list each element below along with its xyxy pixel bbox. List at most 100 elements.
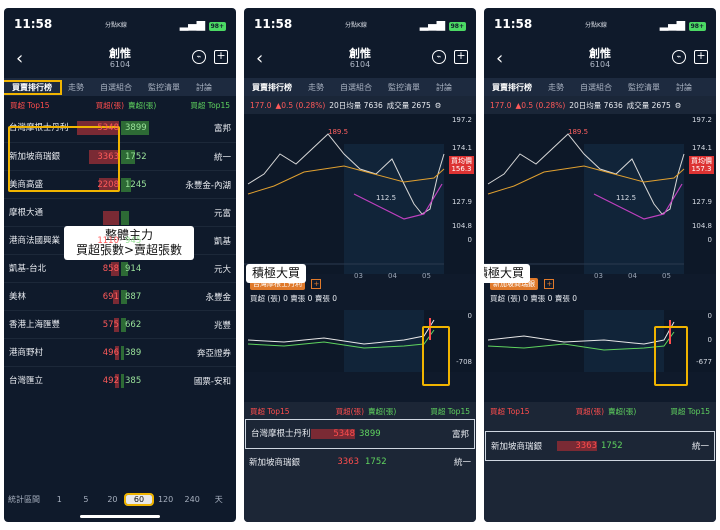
trend-icon[interactable]: ⌁ bbox=[192, 50, 206, 64]
highlight-box-indicator bbox=[422, 326, 450, 386]
ranking-list-preview: 買超 Top15 買超(張) 賣超(張) 買超 Top15 台灣摩根士丹利 53… bbox=[244, 402, 476, 522]
tab-ranking[interactable]: 買賣排行榜 bbox=[4, 79, 62, 95]
status-carrier: 分點K線 bbox=[344, 21, 367, 29]
status-bar: 11:58 分點K線 ▂▄▆ 98+ bbox=[484, 8, 716, 40]
buy-top-label: 買超 Top15 bbox=[10, 100, 50, 110]
buyer-broker-name: 台灣匯立 bbox=[9, 375, 44, 386]
tab-discuss[interactable]: 討論 bbox=[668, 82, 700, 93]
seller-broker-name: 統一 bbox=[213, 152, 231, 163]
list-item[interactable]: 摩根大通 元富 bbox=[4, 198, 236, 226]
peak-label: 189.5 bbox=[328, 128, 349, 136]
tab-trend[interactable]: 走勢 bbox=[60, 82, 92, 93]
tab-discuss[interactable]: 討論 bbox=[188, 82, 220, 93]
tab-discuss[interactable]: 討論 bbox=[428, 82, 460, 93]
month-04: 04 bbox=[388, 272, 397, 280]
status-icons: ▂▄▆ 98+ bbox=[420, 18, 466, 31]
avg-volume: 20日均量 7636 bbox=[569, 100, 623, 110]
list-item[interactable]: 台灣匯立 492 385 國票-安和 bbox=[4, 366, 236, 394]
buy-volume: 492 bbox=[102, 373, 119, 388]
list-header: 買超 Top15 買超(張) 賣超(張) 買超 Top15 bbox=[490, 406, 710, 416]
indi-mid: 0 bbox=[707, 336, 712, 344]
list-item[interactable]: 香港上海匯豐 575 662 兆豐 bbox=[4, 310, 236, 338]
month-05: 05 bbox=[422, 272, 431, 280]
buyer-broker-name: 凱基-台北 bbox=[9, 263, 47, 274]
y-tick-1: 197.2 bbox=[691, 116, 712, 124]
highlight-box-indicator bbox=[654, 326, 688, 386]
low-label: 112.5 bbox=[376, 194, 397, 202]
sell-volume: 1245 bbox=[119, 177, 159, 192]
tab-monitor[interactable]: 監控清單 bbox=[380, 82, 428, 93]
tab-bar: 買賣排行榜 走勢 自選組合 監控清單 討論 bbox=[484, 78, 716, 96]
broker-stats: 買超 (張) 0 賣張 0 賣張 0 bbox=[490, 294, 577, 303]
phone-screen-chart-ubs: 11:58 分點K線 ▂▄▆ 98+ ‹ 創惟 6104 ⌁ + 買賣排行榜 走… bbox=[484, 8, 716, 522]
add-square-icon[interactable]: + bbox=[454, 50, 468, 64]
sell-volume: 662 bbox=[119, 317, 159, 332]
comparison-stage: 11:58 分點K線 ▂▄▆ 98+ ‹ 創惟 6104 ⌁ + 買賣排行榜 走… bbox=[0, 0, 720, 530]
add-broker-icon[interactable]: + bbox=[311, 279, 322, 289]
trend-icon[interactable]: ⌁ bbox=[432, 50, 446, 64]
list-item[interactable]: 新加坡商瑞銀 3363 1752 統一 bbox=[244, 448, 476, 476]
period-day[interactable]: 天 bbox=[205, 494, 232, 505]
add-broker-icon[interactable]: + bbox=[544, 279, 555, 289]
buy-volume-bar bbox=[103, 210, 119, 225]
period-label: 統計區間 bbox=[8, 494, 40, 504]
status-carrier: 分點K線 bbox=[104, 21, 127, 29]
status-bar: 11:58 分點K線 ▂▄▆ 98+ bbox=[4, 8, 236, 40]
list-item[interactable]: 美林 691 887 永豐金 bbox=[4, 282, 236, 310]
list-item-selected[interactable]: 新加坡商瑞銀 3363 1752 統一 bbox=[485, 431, 715, 461]
period-20[interactable]: 20 bbox=[99, 495, 126, 504]
add-square-icon[interactable]: + bbox=[214, 50, 228, 64]
home-indicator bbox=[80, 515, 160, 518]
avg-volume: 20日均量 7636 bbox=[329, 100, 383, 110]
sell-volume: 914 bbox=[119, 261, 159, 276]
y-tick-4: 127.9 bbox=[451, 198, 472, 206]
tab-bar: 買賣排行榜 走勢 自選組合 監控清單 討論 bbox=[244, 78, 476, 96]
seller-broker-name: 奔亞證券 bbox=[196, 348, 231, 359]
period-240[interactable]: 240 bbox=[179, 495, 206, 504]
period-5[interactable]: 5 bbox=[73, 495, 100, 504]
trend-icon[interactable]: ⌁ bbox=[672, 50, 686, 64]
seller-broker-name: 永豐金 bbox=[205, 292, 231, 303]
avg-price-tag: 買均價 157.3 bbox=[689, 156, 714, 174]
list-item[interactable]: 港商野村 496 389 奔亞證券 bbox=[4, 338, 236, 366]
nav-bar: ‹ 創惟 6104 ⌁ + bbox=[484, 40, 716, 78]
tab-ranking[interactable]: 買賣排行榜 bbox=[244, 82, 300, 93]
price-change: ▲0.5 (0.28%) bbox=[515, 100, 566, 110]
price-value: 177.0 bbox=[250, 100, 272, 110]
buyer-broker-name: 美林 bbox=[9, 291, 27, 302]
y-tick-4: 127.9 bbox=[691, 198, 712, 206]
status-time: 11:58 bbox=[14, 17, 53, 31]
tab-monitor[interactable]: 監控清單 bbox=[140, 82, 188, 93]
y-tick-1: 197.2 bbox=[451, 116, 472, 124]
indi-bottom: -677 bbox=[696, 358, 712, 366]
tab-watchlist[interactable]: 自選組合 bbox=[572, 82, 620, 93]
signal-icon: ▂▄▆ bbox=[179, 17, 206, 31]
sell-volume: 385 bbox=[119, 373, 159, 388]
status-icons: ▂▄▆ 98+ bbox=[180, 18, 226, 31]
annotation-note-aggressive: 積極大買 bbox=[246, 264, 307, 283]
buy-volume: 858 bbox=[102, 261, 119, 276]
month-03: 03 bbox=[354, 272, 363, 280]
tab-trend[interactable]: 走勢 bbox=[540, 82, 572, 93]
settings-gear-icon[interactable]: ⚙ bbox=[435, 101, 442, 110]
y-tick-2: 174.1 bbox=[451, 144, 472, 152]
tab-monitor[interactable]: 監控清單 bbox=[620, 82, 668, 93]
add-square-icon[interactable]: + bbox=[694, 50, 708, 64]
period-60[interactable]: 60 bbox=[123, 492, 155, 506]
tab-watchlist[interactable]: 自選組合 bbox=[92, 82, 140, 93]
kline-chart: 197.2 174.1 買均價 156.3 127.9 104.8 0 189.5… bbox=[244, 114, 476, 280]
list-item-selected[interactable]: 台灣摩根士丹利 5348 3899 富邦 bbox=[245, 419, 475, 449]
settings-gear-icon[interactable]: ⚙ bbox=[675, 101, 682, 110]
period-120[interactable]: 120 bbox=[152, 495, 179, 504]
status-time: 11:58 bbox=[254, 17, 293, 31]
y-tick-2: 174.1 bbox=[691, 144, 712, 152]
nav-bar: ‹ 創惟 6104 ⌁ + bbox=[244, 40, 476, 78]
kline-svg bbox=[484, 133, 685, 274]
avg-price-tag: 買均價 156.3 bbox=[449, 156, 474, 174]
kline-chart: 197.2 174.1 買均價 157.3 127.9 104.8 0 189.5… bbox=[484, 114, 716, 280]
tab-watchlist[interactable]: 自選組合 bbox=[332, 82, 380, 93]
tab-trend[interactable]: 走勢 bbox=[300, 82, 332, 93]
period-1[interactable]: 1 bbox=[46, 495, 73, 504]
tab-ranking[interactable]: 買賣排行榜 bbox=[484, 82, 540, 93]
